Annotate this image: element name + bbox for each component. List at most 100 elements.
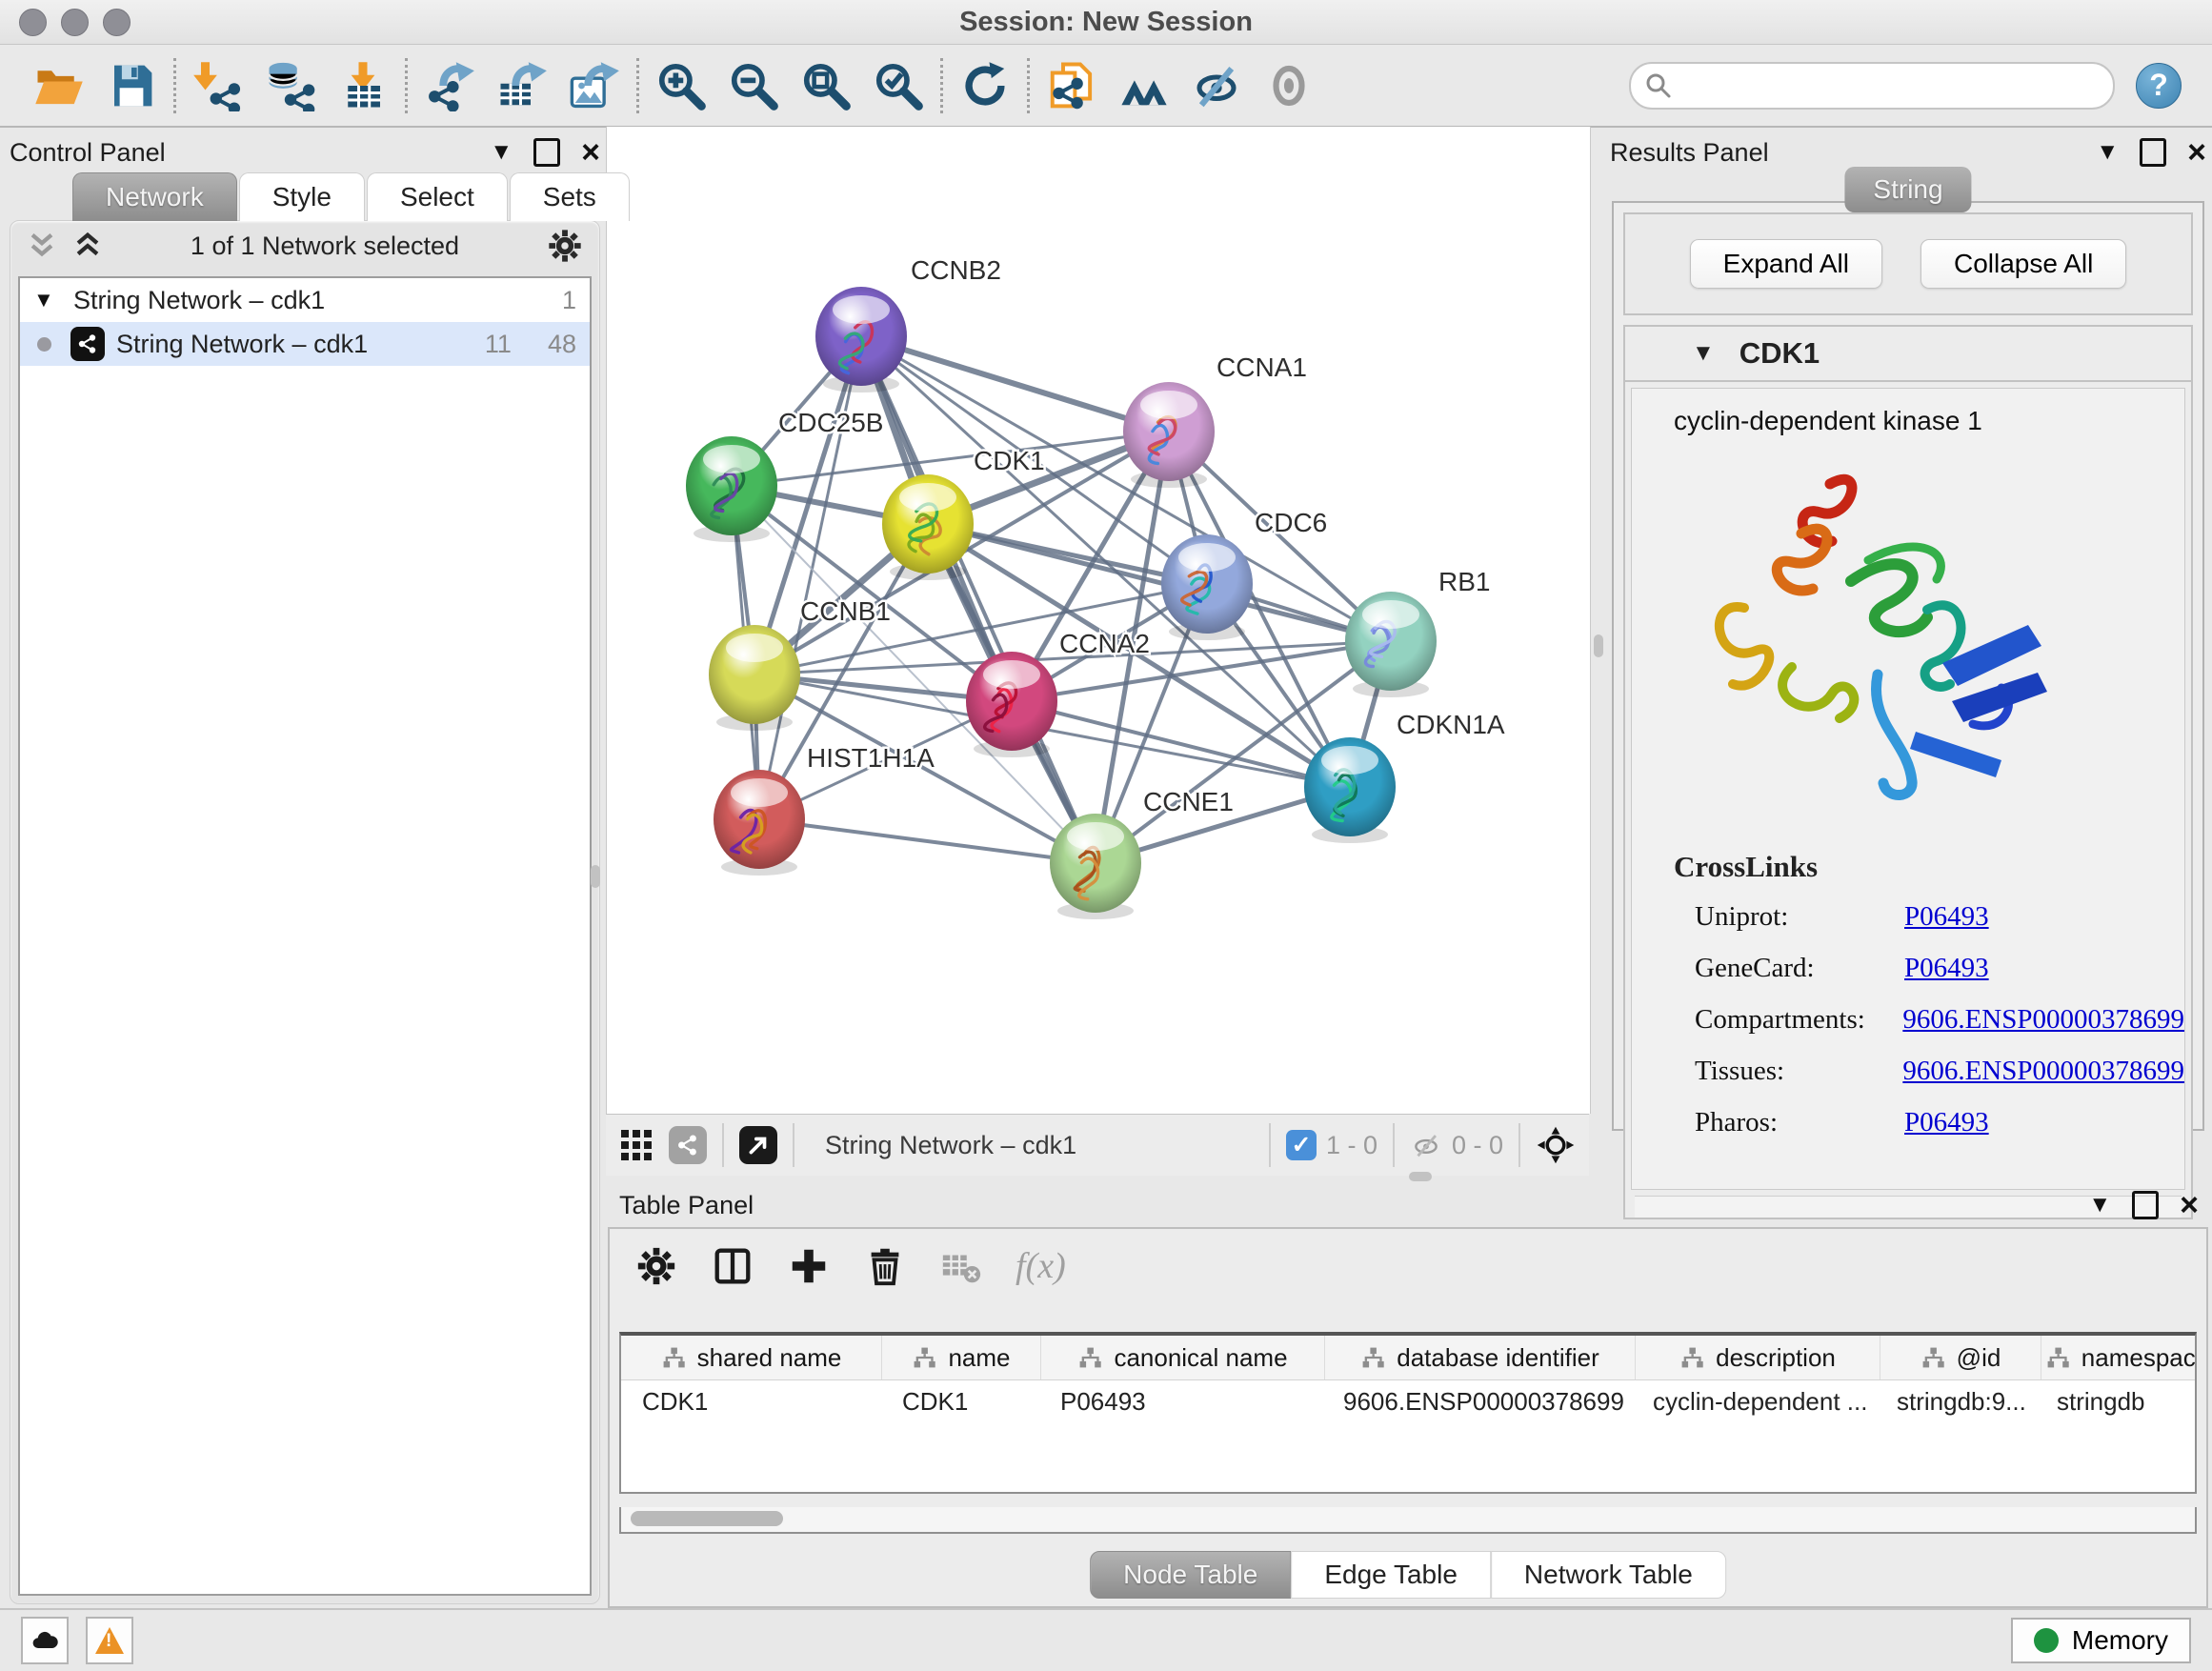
birdseye-button[interactable] [1536,1125,1576,1165]
panel-float-icon[interactable] [533,138,560,167]
table-cell[interactable]: cyclin-dependent ... [1632,1380,1876,1422]
crosslink-value-link[interactable]: 9606.ENSP00000378699 [1902,1056,2184,1087]
crosslink-value-link[interactable]: P06493 [1904,953,1989,984]
network-collection-row[interactable]: ▼ String Network – cdk1 1 [20,278,590,322]
save-session-button[interactable] [105,58,158,113]
selected-checkbox-icon[interactable]: ✓ [1286,1130,1317,1160]
network-node-CCNE1[interactable]: CCNE1 [1050,787,1234,919]
show-columns-button[interactable] [711,1244,754,1288]
table-cell[interactable]: stringdb:9... [1876,1380,2036,1422]
expand-all-icon[interactable] [71,230,104,262]
tab-edge-table[interactable]: Edge Table [1291,1551,1491,1599]
network-row[interactable]: String Network – cdk1 11 48 [20,322,590,366]
column-header[interactable]: @id [1880,1336,2041,1379]
panel-close-icon[interactable]: × [581,143,600,162]
panel-close-icon[interactable]: × [2187,143,2206,162]
panel-close-icon[interactable]: × [2180,1196,2199,1215]
tab-select[interactable]: Select [367,172,508,221]
export-table-button[interactable] [495,58,549,113]
zoom-selected-button[interactable] [872,58,925,113]
tab-string[interactable]: String [1844,167,1971,212]
column-header[interactable]: shared name [621,1336,882,1379]
delete-table-button[interactable] [939,1244,983,1288]
table-cell[interactable]: CDK1 [881,1380,1039,1422]
tab-node-table[interactable]: Node Table [1090,1551,1291,1599]
column-header[interactable]: description [1636,1336,1880,1379]
network-edge[interactable] [861,336,1169,432]
table-cell[interactable]: 9606.ENSP00000378699 [1322,1380,1632,1422]
gene-section-header[interactable]: ▼ CDK1 [1625,327,2191,382]
export-image-button[interactable] [568,58,621,113]
table-cell[interactable]: CDK1 [621,1380,881,1422]
import-table-button[interactable] [336,58,390,113]
memory-button[interactable]: Memory [2011,1618,2191,1663]
tab-network-table[interactable]: Network Table [1491,1551,1726,1599]
search-input[interactable] [1673,67,2113,105]
bottom-splitter-handle[interactable] [1409,1172,1432,1181]
export-network-button[interactable] [423,58,476,113]
zoom-out-button[interactable] [727,58,780,113]
minimize-window-button[interactable] [61,9,89,36]
left-splitter-handle[interactable] [591,865,600,888]
create-column-button[interactable] [787,1244,831,1288]
hide-graphics-details-button[interactable] [1190,58,1243,113]
refresh-button[interactable] [958,58,1012,113]
network-node-CCNA1[interactable]: CCNA1 [1123,352,1307,488]
panel-float-icon[interactable] [2140,138,2166,167]
network-edge[interactable] [928,524,1391,641]
table-options-button[interactable] [634,1244,678,1288]
table-cell[interactable]: stringdb [2036,1380,2197,1422]
collapse-all-icon[interactable] [26,230,58,262]
cloud-status-button[interactable] [21,1617,69,1664]
crosslink-value-link[interactable]: P06493 [1904,1107,1989,1138]
panel-float-icon[interactable] [2132,1191,2159,1219]
search-field[interactable] [1629,62,2115,110]
network-node-CDC25B[interactable]: CDC25B [686,408,883,542]
network-options-gear-icon[interactable] [546,227,584,265]
network-canvas[interactable]: CCNB2 CCNA1 CDC25B CDK1 CDC6 RB1 [606,127,1591,1114]
zoom-window-button[interactable] [103,9,131,36]
network-view-mode-button[interactable] [669,1126,707,1164]
crosslink-value-link[interactable]: P06493 [1904,901,1989,933]
network-node-CDKN1A[interactable]: CDKN1A [1304,710,1505,843]
tab-style[interactable]: Style [239,172,365,221]
detach-view-button[interactable] [739,1126,777,1164]
zoom-in-button[interactable] [654,58,708,113]
tab-network[interactable]: Network [72,172,237,221]
network-edge[interactable] [861,336,1096,863]
table-row[interactable]: CDK1CDK1P064939606.ENSP00000378699cyclin… [621,1380,2195,1422]
open-session-button[interactable] [32,58,86,113]
column-header[interactable]: database identifier [1325,1336,1636,1379]
help-button[interactable]: ? [2136,63,2182,109]
scrollbar-thumb[interactable] [631,1511,783,1526]
close-window-button[interactable] [19,9,47,36]
collapse-triangle-icon[interactable]: ▼ [1692,340,1715,367]
network-edge[interactable] [759,819,1096,863]
expand-all-button[interactable]: Expand All [1690,239,1882,289]
warnings-button[interactable] [86,1617,133,1664]
network-node-HIST1H1A[interactable]: HIST1H1A [714,743,935,876]
collapse-triangle-icon[interactable]: ▼ [33,288,62,312]
collapse-all-button[interactable]: Collapse All [1920,239,2126,289]
grid-view-button[interactable] [619,1128,654,1162]
column-header[interactable]: canonical name [1041,1336,1325,1379]
navigator-button[interactable] [1117,58,1171,113]
column-header[interactable]: namespace [2041,1336,2197,1379]
table-cell[interactable]: P06493 [1039,1380,1322,1422]
right-splitter-handle[interactable] [1594,634,1603,657]
network-node-CCNB1[interactable]: CCNB1 [709,596,891,731]
panel-menu-icon[interactable]: ▼ [2096,139,2119,166]
network-node-RB1[interactable]: RB1 [1345,567,1490,697]
clone-network-button[interactable] [1045,58,1098,113]
import-network-file-button[interactable] [191,58,245,113]
column-header[interactable]: name [882,1336,1041,1379]
crosslink-value-link[interactable]: 9606.ENSP00000378699 [1902,1004,2184,1036]
show-graphics-details-button[interactable] [1262,58,1316,113]
table-horizontal-scrollbar[interactable] [619,1507,2197,1534]
panel-menu-icon[interactable]: ▼ [2088,1192,2111,1218]
zoom-fit-button[interactable] [799,58,853,113]
tab-sets[interactable]: Sets [510,172,630,221]
import-network-database-button[interactable] [264,58,317,113]
function-builder-button[interactable]: f(x) [1016,1245,1066,1287]
panel-menu-icon[interactable]: ▼ [490,139,513,166]
